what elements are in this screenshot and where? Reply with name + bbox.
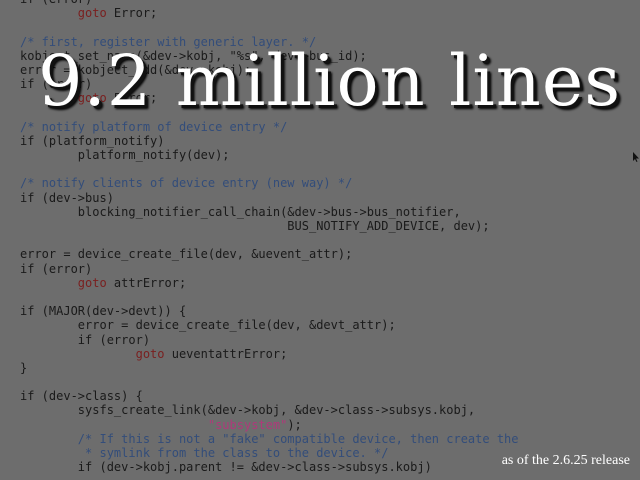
code-line: goto Error; bbox=[20, 6, 519, 20]
code-line: if (dev->kobj.parent != &dev->class->sub… bbox=[20, 460, 519, 474]
code-line: sysfs_create_link(&dev->kobj, &dev->clas… bbox=[20, 403, 519, 417]
code-text: error = device_create_file(dev, &devt_at… bbox=[20, 318, 396, 333]
code-line: if (platform_notify) bbox=[20, 134, 519, 148]
code-keyword: goto bbox=[77, 275, 107, 290]
slide-title: 9.2 million lines bbox=[38, 40, 622, 122]
code-line: error = device_create_file(dev, &uevent_… bbox=[20, 247, 519, 261]
release-note: as of the 2.6.25 release bbox=[501, 453, 630, 468]
code-line: BUS_NOTIFY_ADD_DEVICE, dev); bbox=[20, 219, 519, 233]
code-line: platform_notify(dev); bbox=[20, 148, 519, 162]
code-text: } bbox=[20, 360, 28, 375]
code-line: goto attrError; bbox=[20, 276, 519, 290]
code-comment: /* notify clients of device entry (new w… bbox=[20, 176, 353, 191]
code-text: if (platform_notify) bbox=[20, 133, 165, 148]
code-line: error = device_create_file(dev, &devt_at… bbox=[20, 318, 519, 332]
code-line: /* If this is not a "fake" compatible de… bbox=[20, 432, 519, 446]
code-line: } bbox=[20, 361, 519, 375]
code-text: ); bbox=[287, 417, 302, 432]
code-line: /* notify clients of device entry (new w… bbox=[20, 176, 519, 190]
slide-canvas: if (error) goto Error; /* first, registe… bbox=[0, 0, 640, 480]
code-string: "subsystem" bbox=[207, 417, 288, 432]
code-text: if (MAJOR(dev->devt)) { bbox=[20, 304, 187, 319]
mouse-cursor-icon bbox=[633, 152, 639, 162]
code-text: if (dev->class) { bbox=[20, 389, 143, 404]
code-text: attrError; bbox=[106, 275, 187, 290]
code-line: "subsystem"); bbox=[20, 418, 519, 432]
code-comment: * symlink from the class to the device. … bbox=[20, 446, 389, 460]
code-keyword: goto bbox=[135, 346, 165, 361]
code-text: blocking_notifier_call_chain(&dev->bus->… bbox=[20, 204, 461, 219]
code-text: ueventattrError; bbox=[164, 346, 288, 361]
code-text: BUS_NOTIFY_ADD_DEVICE, dev); bbox=[20, 219, 490, 233]
code-line: * symlink from the class to the device. … bbox=[20, 446, 519, 460]
code-line: if (MAJOR(dev->devt)) { bbox=[20, 304, 519, 318]
code-text: sysfs_create_link(&dev->kobj, &dev->clas… bbox=[20, 403, 476, 418]
code-text: if (dev->bus) bbox=[20, 190, 114, 205]
code-line: if (error) bbox=[20, 262, 519, 276]
code-text: Error; bbox=[106, 6, 158, 21]
code-line: if (dev->class) { bbox=[20, 389, 519, 403]
code-line: if (error) bbox=[20, 333, 519, 347]
code-text: if (error) bbox=[20, 261, 93, 276]
code-keyword: goto bbox=[77, 6, 107, 21]
code-line: blocking_notifier_call_chain(&dev->bus->… bbox=[20, 205, 519, 219]
code-text: error = device_create_file(dev, &uevent_… bbox=[20, 247, 353, 262]
code-comment: /* If this is not a "fake" compatible de… bbox=[20, 431, 519, 446]
code-line: if (dev->bus) bbox=[20, 191, 519, 205]
code-text: if (error) bbox=[20, 332, 151, 347]
code-line: goto ueventattrError; bbox=[20, 347, 519, 361]
code-text: if (error) bbox=[20, 0, 92, 6]
code-text: if (dev->kobj.parent != &dev->class->sub… bbox=[20, 460, 432, 475]
code-text: platform_notify(dev); bbox=[20, 148, 230, 163]
